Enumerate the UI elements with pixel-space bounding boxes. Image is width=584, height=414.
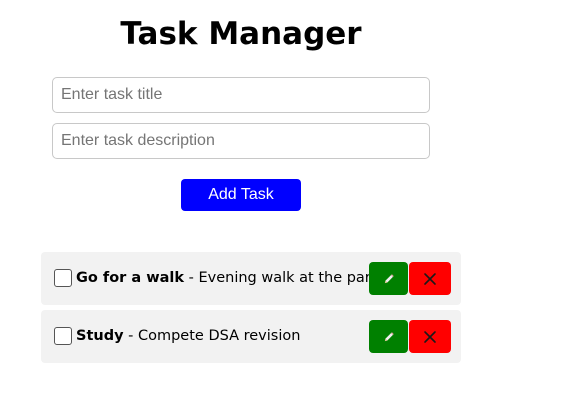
- task-separator: -: [123, 328, 138, 344]
- page-title: Task Manager: [120, 16, 362, 52]
- task-text: Go for a walk - Evening walk at the park: [76, 252, 379, 305]
- task-description-input[interactable]: [52, 123, 430, 159]
- task-title-input[interactable]: [52, 77, 430, 113]
- close-icon: [424, 272, 436, 285]
- task-manager-app: Task Manager Add Task Go for a walk - Ev…: [0, 0, 584, 414]
- task-description: Evening walk at the park: [198, 270, 380, 286]
- task-separator: -: [184, 270, 199, 286]
- task-complete-checkbox[interactable]: [54, 269, 72, 287]
- pencil-icon: [384, 331, 394, 341]
- add-task-button[interactable]: Add Task: [181, 179, 301, 211]
- edit-task-button[interactable]: [369, 320, 408, 353]
- close-icon: [424, 330, 436, 343]
- task-item: Go for a walk - Evening walk at the park: [41, 252, 461, 305]
- task-title: Go for a walk: [76, 270, 185, 286]
- task-item: Study - Compete DSA revision: [41, 310, 461, 363]
- task-description: Compete DSA revision: [137, 328, 301, 344]
- task-complete-checkbox[interactable]: [54, 327, 72, 345]
- delete-task-button[interactable]: [409, 320, 451, 353]
- task-text: Study - Compete DSA revision: [76, 310, 300, 363]
- delete-task-button[interactable]: [409, 262, 451, 295]
- edit-task-button[interactable]: [369, 262, 408, 295]
- task-title: Study: [76, 328, 124, 344]
- pencil-icon: [384, 273, 394, 283]
